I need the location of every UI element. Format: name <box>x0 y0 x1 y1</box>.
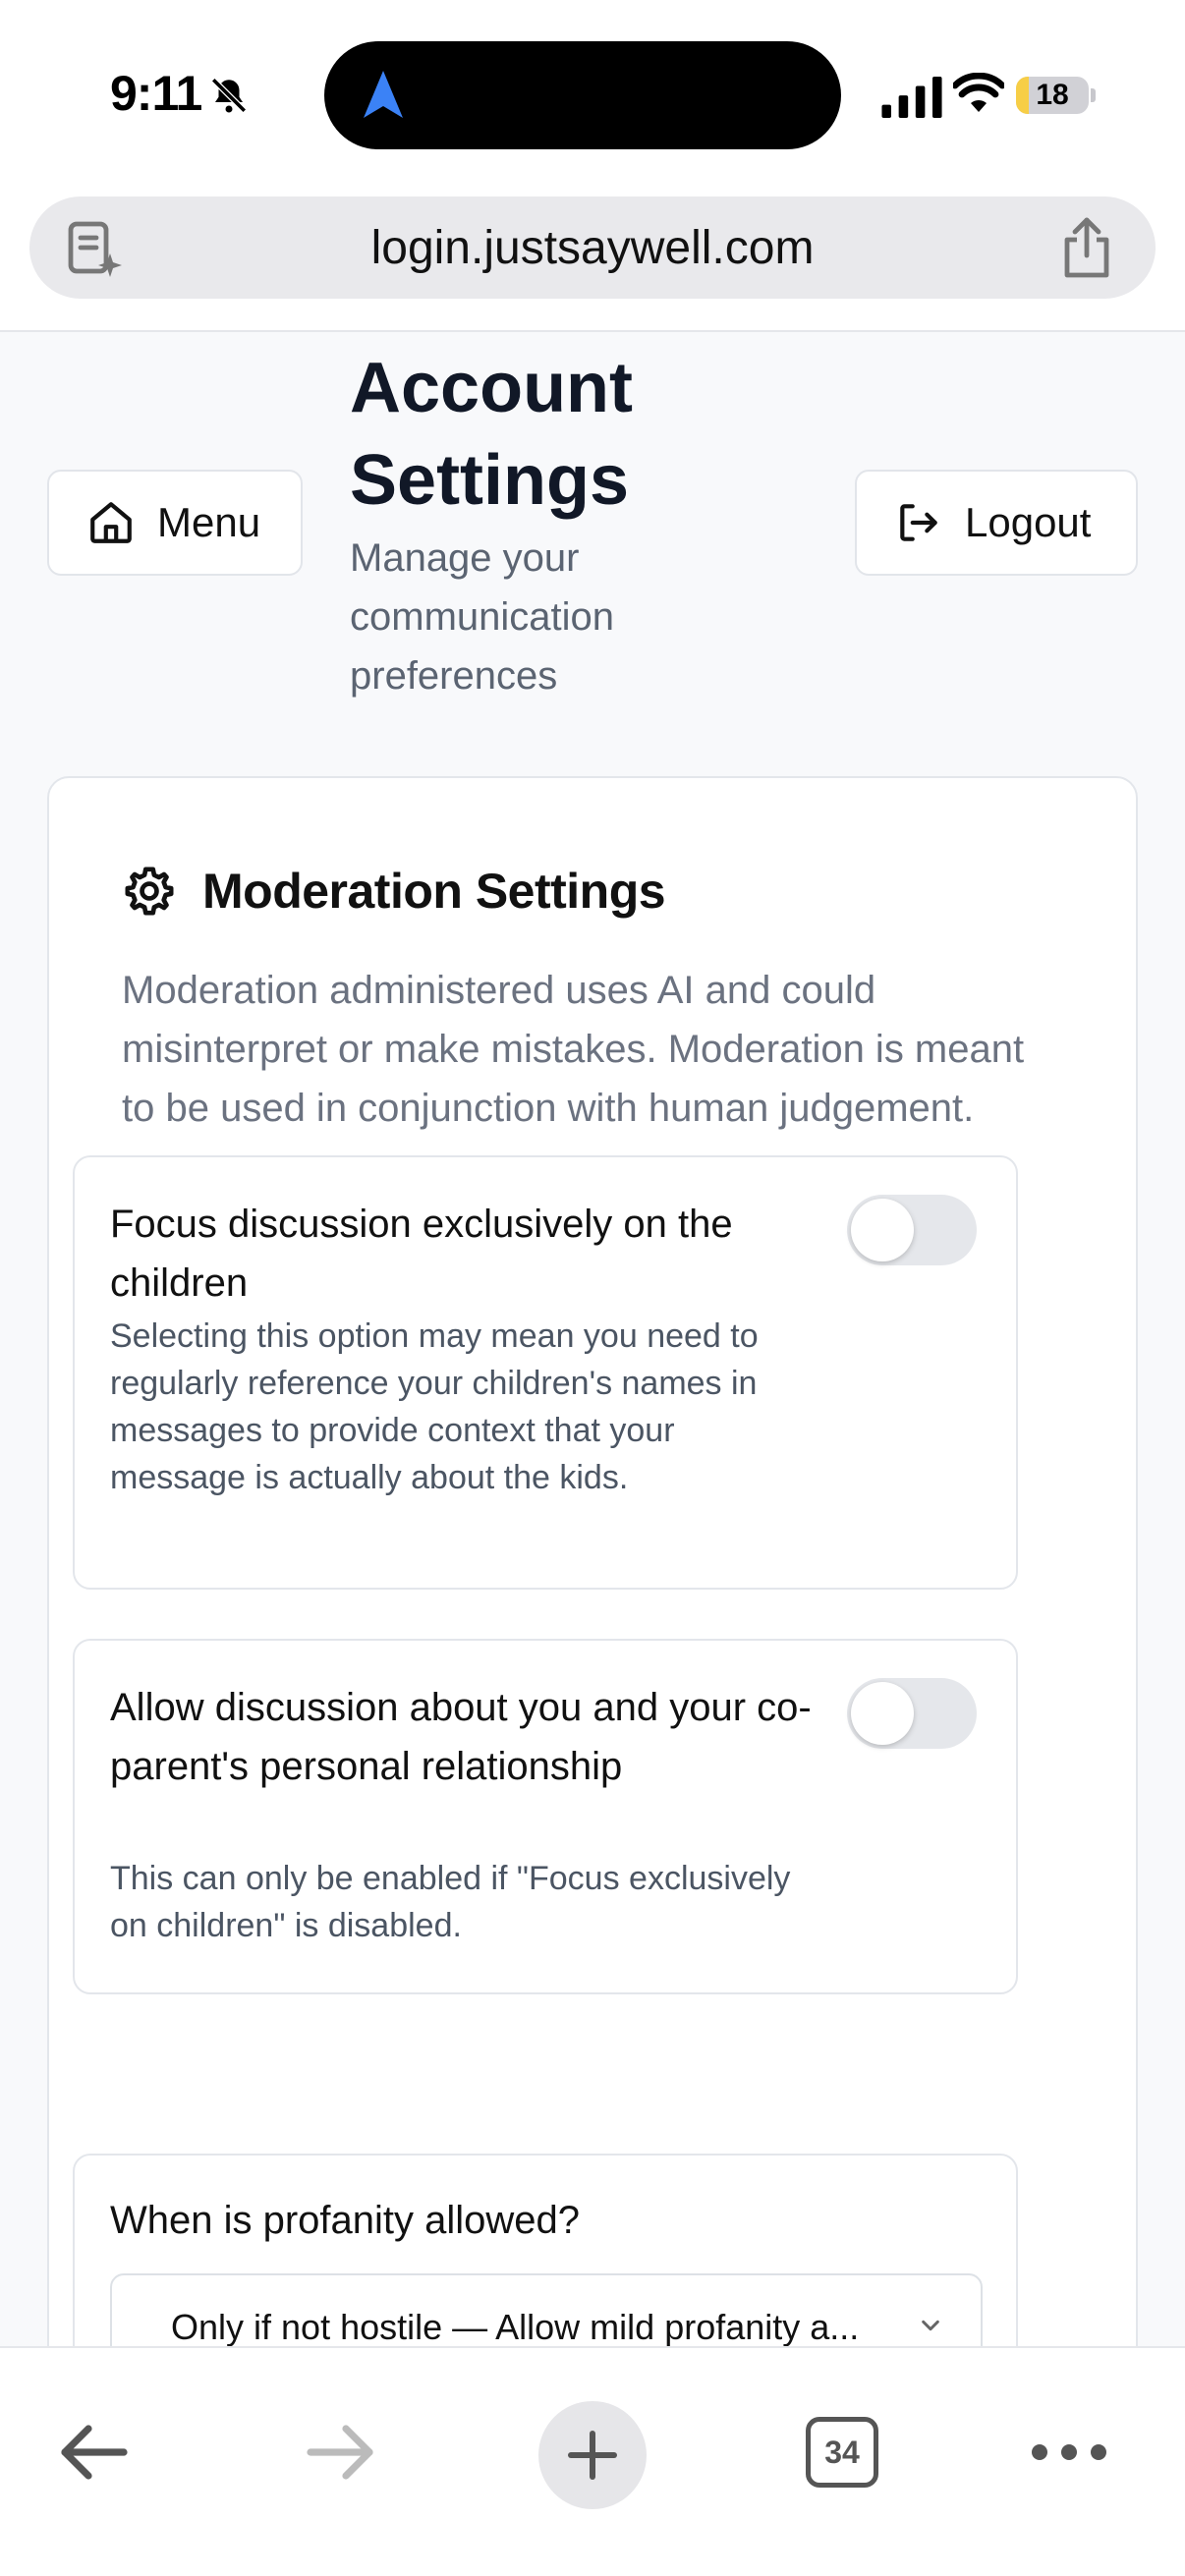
chevron-down-icon <box>922 2320 939 2331</box>
back-arrow-icon[interactable] <box>53 2413 132 2492</box>
personal-relationship-option: Allow discussion about you and your co-p… <box>73 1639 1018 1994</box>
web-page: Menu Account Settings Manage your commun… <box>0 332 1185 2346</box>
option-description: Selecting this option may mean you need … <box>110 1317 759 1496</box>
toggle-knob <box>851 1199 914 1261</box>
browser-toolbar: 34 <box>0 2346 1185 2576</box>
url-text[interactable]: login.justsaywell.com <box>29 196 1156 299</box>
toggle-knob <box>851 1682 914 1745</box>
option-title: Allow discussion about you and your co-p… <box>110 1686 812 1788</box>
option-description: This can only be enabled if "Focus exclu… <box>110 1860 791 1944</box>
page-title: Account Settings <box>350 349 633 520</box>
profanity-select-value: Only if not hostile — Allow mild profani… <box>171 2307 860 2346</box>
focus-children-toggle[interactable] <box>847 1195 977 1265</box>
dynamic-island <box>324 41 841 149</box>
status-bar: 9:11 18 <box>0 0 1185 187</box>
card-title: Moderation Settings <box>202 864 666 919</box>
battery-tip <box>1091 88 1096 102</box>
profanity-option: When is profanity allowed? Only if not h… <box>73 2154 1018 2346</box>
wifi-icon <box>953 73 1004 112</box>
bell-slash-icon <box>211 78 247 113</box>
share-icon[interactable] <box>1057 216 1116 279</box>
battery-indicator: 18 <box>1016 77 1089 114</box>
profanity-question: When is profanity allowed? <box>110 2199 581 2242</box>
battery-level: 18 <box>1036 79 1069 111</box>
forward-arrow-icon[interactable] <box>303 2413 381 2492</box>
status-time: 9:11 <box>110 66 202 121</box>
logout-icon <box>900 504 937 541</box>
personal-relationship-toggle[interactable] <box>847 1678 977 1749</box>
new-tab-button[interactable] <box>538 2401 647 2509</box>
dot <box>1091 2444 1106 2460</box>
page-subtitle: Manage your communication preferences <box>350 536 615 698</box>
logout-button-label: Logout <box>965 499 1092 545</box>
tabs-button[interactable]: 34 <box>806 2417 878 2488</box>
gear-icon <box>125 867 174 916</box>
menu-button-label: Menu <box>157 499 261 545</box>
more-dots-icon[interactable] <box>1032 2433 1106 2472</box>
cellular-signal-icon <box>881 77 942 118</box>
dot <box>1032 2444 1047 2460</box>
menu-button[interactable]: Menu <box>47 470 303 576</box>
home-icon <box>90 502 132 543</box>
plus-icon <box>568 2431 617 2480</box>
focus-children-option: Focus discussion exclusively on the chil… <box>73 1155 1018 1590</box>
option-title: Focus discussion exclusively on the chil… <box>110 1203 733 1305</box>
location-arrow-icon <box>364 71 403 118</box>
card-description: Moderation administered uses AI and coul… <box>122 969 1025 1130</box>
address-bar[interactable]: login.justsaywell.com <box>29 196 1156 299</box>
profanity-select[interactable]: Only if not hostile — Allow mild profani… <box>110 2273 983 2346</box>
dot <box>1061 2444 1077 2460</box>
card-header: Moderation Settings <box>122 857 666 925</box>
logout-button[interactable]: Logout <box>855 470 1138 576</box>
